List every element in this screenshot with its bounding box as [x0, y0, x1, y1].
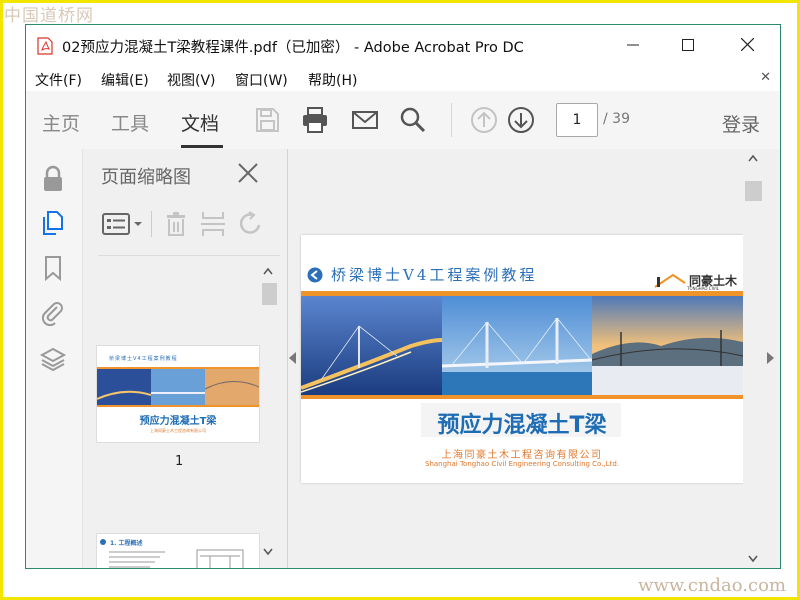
thumb2-content	[109, 549, 244, 568]
title-bar: 02预应力混凝土T梁教程课件.pdf（已加密） - Adobe Acrobat …	[26, 25, 780, 67]
document-title: 预应力混凝土T梁	[437, 413, 607, 438]
save-icon[interactable]	[252, 105, 282, 135]
thumb2-header: 1. 工程概述	[110, 540, 143, 547]
print-icon[interactable]	[300, 105, 330, 135]
orange-stripe-bottom	[301, 395, 743, 399]
scroll-down-icon[interactable]	[748, 555, 758, 563]
watermark-top: 中国道桥网	[4, 6, 94, 26]
pdf-page: 桥梁博士V4工程案例教程 同豪土木 TONGHAO CIVIL ENGINEER…	[301, 235, 743, 483]
tab-document[interactable]: 文档	[181, 109, 219, 136]
active-tab-indicator	[181, 145, 223, 148]
thumbnail-page-label: 1	[175, 454, 184, 469]
main-toolbar: 主页 工具 文档 1 / 39 登录	[26, 91, 780, 150]
expand-right-icon[interactable]	[767, 352, 774, 364]
previous-page-icon[interactable]	[469, 105, 499, 135]
email-icon[interactable]	[350, 105, 380, 135]
thumbnail-scrollbar[interactable]	[259, 263, 277, 563]
rotate-page-icon[interactable]	[235, 209, 265, 239]
maximize-button[interactable]	[673, 33, 703, 59]
menu-file[interactable]: 文件(F)	[35, 70, 82, 90]
panel-separator	[98, 255, 280, 256]
page-thumbnails-icon[interactable]	[39, 209, 67, 237]
scroll-up-icon[interactable]	[263, 267, 273, 275]
thumbnail-page-2[interactable]: 1. 工程概述	[96, 533, 260, 568]
page-number-input[interactable]: 1	[556, 103, 598, 137]
close-window-button[interactable]	[732, 33, 762, 59]
close-icon[interactable]	[236, 161, 260, 185]
page-total: / 39	[603, 111, 630, 127]
menu-help[interactable]: 帮助(H)	[308, 70, 357, 90]
thumb-title: 预应力混凝土T梁	[139, 416, 217, 427]
company-logo-icon	[654, 273, 686, 288]
watermark-bottom: www.cndao.com	[638, 575, 786, 596]
scroll-up-icon[interactable]	[748, 154, 758, 162]
tab-home[interactable]: 主页	[42, 109, 80, 136]
thumb-subtitle: 上海同豪土木工程咨询有限公司	[150, 428, 206, 433]
close-document-icon[interactable]: ✕	[760, 70, 771, 85]
scrollbar-thumb[interactable]	[262, 283, 277, 305]
close-icon	[740, 37, 754, 52]
minimize-icon	[627, 44, 639, 46]
company-name-cn: 上海同豪土木工程咨询有限公司	[441, 450, 603, 461]
pdf-file-icon	[37, 37, 53, 55]
thumbnail-options-icon[interactable]	[101, 209, 143, 239]
menu-edit[interactable]: 编辑(E)	[101, 70, 149, 90]
collapse-left-icon[interactable]	[289, 352, 296, 364]
document-view: 桥梁博士V4工程案例教程 同豪土木 TONGHAO CIVIL ENGINEER…	[288, 149, 780, 568]
scroll-down-icon[interactable]	[263, 548, 273, 556]
menu-bar: 文件(F) 编辑(E) 视图(V) 窗口(W) 帮助(H) ✕	[26, 67, 780, 91]
next-page-icon[interactable]	[506, 105, 536, 135]
menu-window[interactable]: 窗口(W)	[235, 70, 288, 90]
scrollbar-thumb[interactable]	[745, 181, 762, 201]
thumbnail-page-1[interactable]: 桥梁博士V4工程案例教程 预应力混凝土T梁 上海同豪土木工程咨询有限公司	[96, 345, 260, 443]
minimize-button[interactable]	[618, 33, 648, 59]
window-title: 02预应力混凝土T梁教程课件.pdf（已加密） - Adobe Acrobat …	[62, 40, 524, 56]
thumb-bridge-photos	[97, 369, 259, 405]
bridge-photos	[301, 296, 743, 396]
menu-view[interactable]: 视图(V)	[167, 70, 216, 90]
login-link[interactable]: 登录	[722, 110, 760, 137]
toolbar-divider	[451, 103, 452, 137]
search-icon[interactable]	[398, 105, 428, 135]
thumbnail-panel: 页面缩略图 桥梁博士V4工程案例教程 预应力混凝土T梁 上海同豪土木工程咨询有限…	[83, 149, 288, 568]
lock-icon[interactable]	[39, 165, 67, 193]
panel-title: 页面缩略图	[101, 167, 191, 188]
document-scrollbar[interactable]	[743, 149, 763, 568]
thumb2-bullet	[100, 539, 106, 545]
document-header: 桥梁博士V4工程案例教程	[331, 266, 538, 284]
company-name-en: Shanghai Tonghao Civil Engineering Consu…	[425, 460, 619, 468]
panel-divider	[151, 211, 152, 237]
maximize-icon	[682, 39, 694, 51]
thumb-header: 桥梁博士V4工程案例教程	[109, 356, 178, 362]
extract-page-icon[interactable]	[198, 209, 228, 239]
thumb-stripe-bottom	[97, 405, 259, 407]
delete-icon[interactable]	[161, 209, 191, 239]
acrobat-window: 02预应力混凝土T梁教程课件.pdf（已加密） - Adobe Acrobat …	[25, 24, 781, 569]
bookmark-icon[interactable]	[39, 254, 67, 282]
header-circle-icon	[307, 267, 323, 283]
tab-tools[interactable]: 工具	[111, 109, 149, 136]
layers-icon[interactable]	[39, 345, 67, 373]
navigation-pane	[26, 149, 83, 568]
attachment-icon[interactable]	[39, 299, 67, 327]
